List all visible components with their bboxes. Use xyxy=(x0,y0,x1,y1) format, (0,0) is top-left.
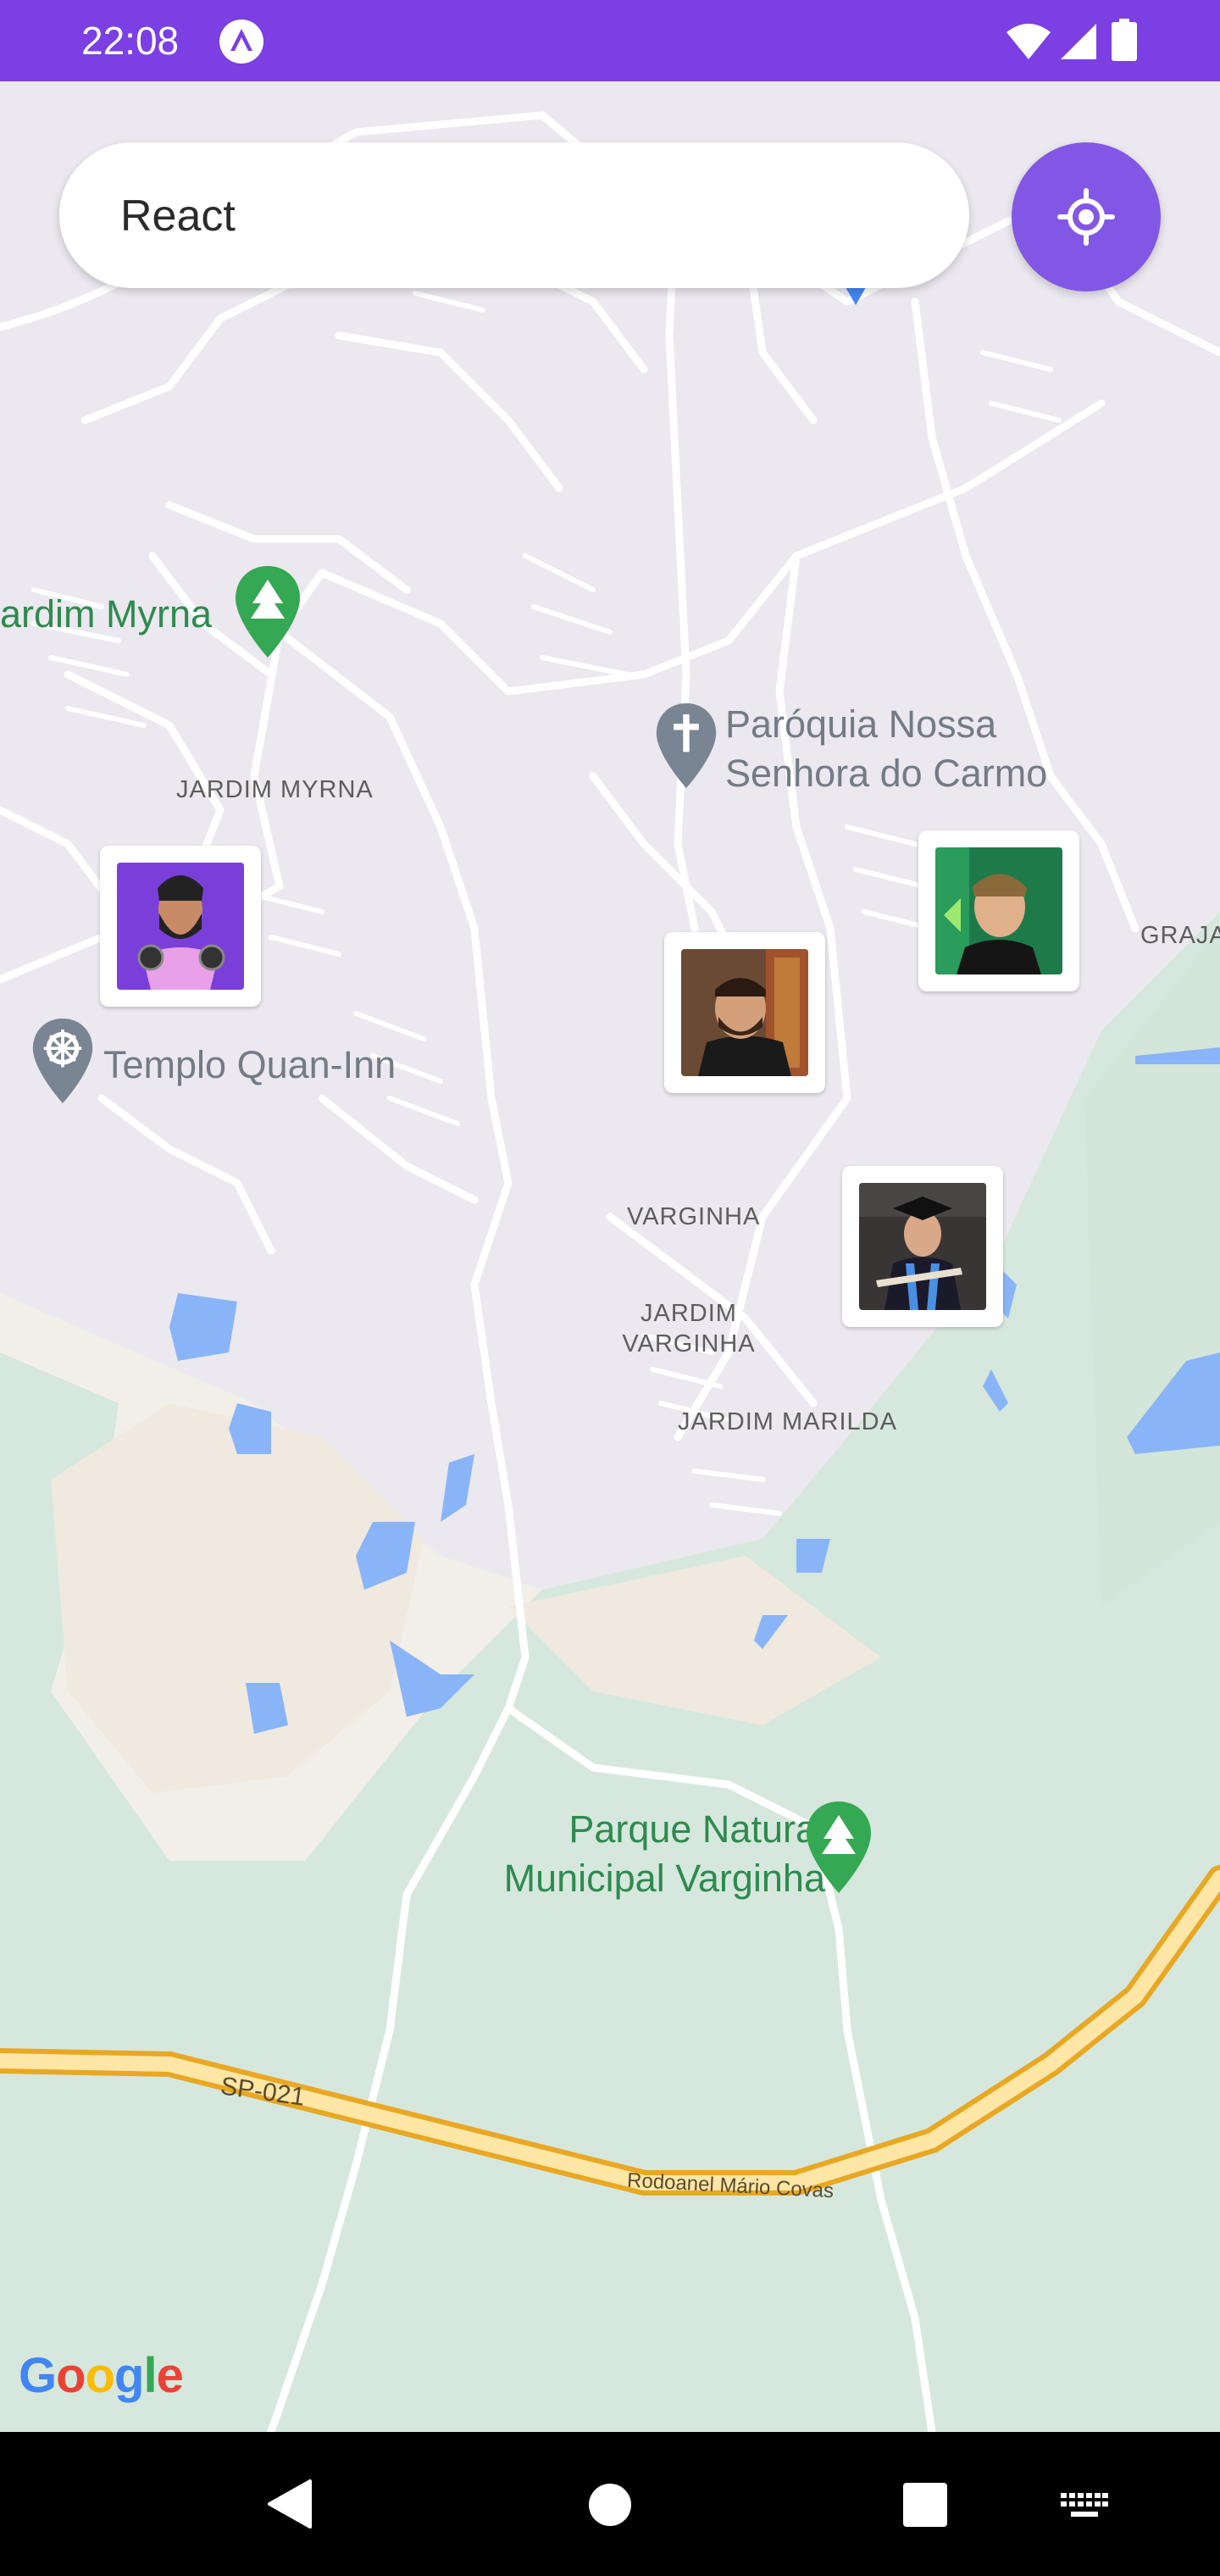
label-jardim-varginha: JARDIM VARGINHA xyxy=(622,1300,756,1357)
keyboard-icon[interactable] xyxy=(1061,2493,1108,2518)
status-time: 22:08 xyxy=(81,19,180,63)
google-letter: l xyxy=(143,2348,157,2403)
dev-avatar-selfie[interactable] xyxy=(664,932,825,1093)
dev-avatar-illustrated[interactable] xyxy=(100,846,261,1007)
locate-button[interactable] xyxy=(1012,142,1161,291)
search-bar xyxy=(59,142,969,288)
avatar-selfie-image xyxy=(681,949,808,1076)
church-pin-icon[interactable] xyxy=(656,703,717,788)
google-letter: o xyxy=(85,2348,115,2403)
home-icon[interactable] xyxy=(588,2483,632,2527)
label-graja: GRAJA xyxy=(1140,922,1220,949)
signal-icon xyxy=(1061,24,1096,59)
label-jardim-myrna: JARDIM MYRNA xyxy=(176,776,374,803)
temple-pin-icon[interactable] xyxy=(32,1019,93,1103)
app-screen: 22:08 JARDIM MYRNA VARGINHA JARDIM VARGI… xyxy=(0,0,1220,2576)
avatar-green-image xyxy=(935,847,1062,974)
avatar-illustrated-image xyxy=(117,863,244,990)
google-letter: G xyxy=(19,2348,57,2403)
crosshair-icon xyxy=(1057,188,1115,246)
dev-avatar-green[interactable] xyxy=(918,830,1079,991)
avatar-graduate-image xyxy=(859,1183,986,1310)
search-input[interactable] xyxy=(119,183,935,249)
map-background xyxy=(0,81,1220,2432)
back-icon[interactable] xyxy=(264,2478,313,2530)
dev-avatar-graduate[interactable] xyxy=(842,1166,1003,1327)
google-logo: Google xyxy=(19,2347,184,2404)
label-jardim-marilda: JARDIM MARILDA xyxy=(678,1408,897,1435)
battery-icon xyxy=(1112,19,1137,61)
map-view[interactable]: JARDIM MYRNA VARGINHA JARDIM VARGINHA JA… xyxy=(0,81,1220,2432)
label-jardim-myrna-park: ardim Myrna xyxy=(0,592,213,636)
google-letter: o xyxy=(56,2348,86,2403)
label-park: Parque Natural Municipal Varginha xyxy=(503,1807,825,1900)
system-nav-bar xyxy=(0,2432,1220,2576)
recents-icon[interactable] xyxy=(903,2483,947,2527)
label-temple: Templo Quan-Inn xyxy=(103,1043,396,1086)
label-varginha: VARGINHA xyxy=(627,1203,761,1230)
wifi-icon xyxy=(1006,24,1051,59)
label-parish: Paróquia Nossa Senhora do Carmo xyxy=(725,702,1048,795)
status-bar: 22:08 xyxy=(0,0,1220,81)
expo-icon xyxy=(219,19,263,64)
google-letter: e xyxy=(156,2348,184,2403)
google-letter: g xyxy=(114,2348,144,2403)
park-pin-icon[interactable] xyxy=(236,566,300,658)
park-pin-icon[interactable] xyxy=(807,1802,871,1893)
